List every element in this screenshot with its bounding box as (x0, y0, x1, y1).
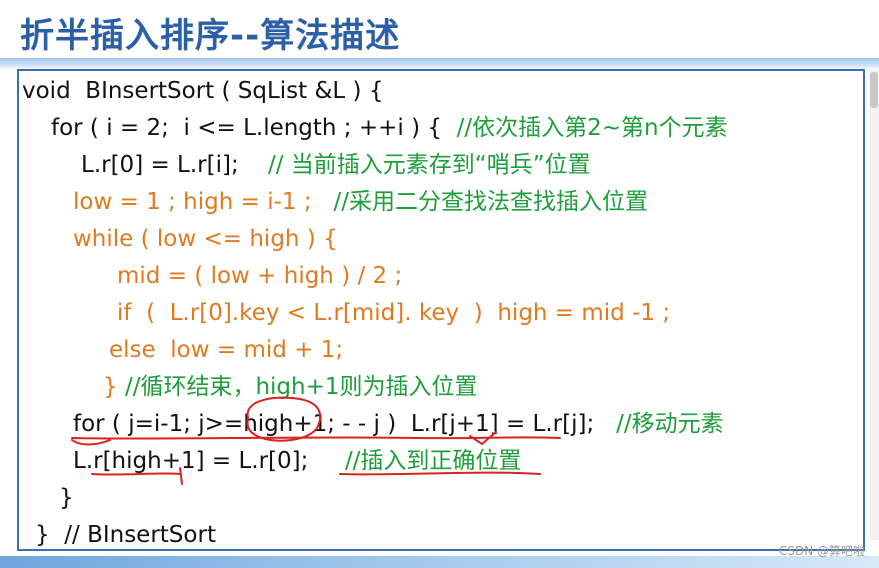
code-line-mid: mid = ( low + high ) / 2 ; (117, 263, 403, 289)
comment-insert: //插入到正确位置 (344, 448, 522, 474)
code-move-for: for ( j=i-1; j>=high+1; - - j ) L.r[j+1]… (73, 411, 617, 437)
comment-move-for: //移动元素 (616, 411, 724, 437)
code-line-while-end: } //循环结束，high+1则为插入位置 (103, 369, 478, 405)
code-line-if: if ( L.r[0].key < L.r[mid]. key ) high =… (117, 300, 671, 326)
code-line-else: else low = mid + 1; (109, 337, 344, 363)
code-line-insert: L.r[high+1] = L.r[0]; //插入到正确位置 (73, 443, 521, 479)
code-line-move-for: for ( j=i-1; j>=high+1; - - j ) L.r[j+1]… (73, 406, 724, 442)
code-sentinel: L.r[0] = L.r[i]; (81, 152, 268, 178)
code-outer-for: for ( i = 2; i <= L.length ; ++i ) { (51, 115, 457, 141)
comment-sentinel: // 当前插入元素存到“哨兵”位置 (267, 152, 591, 178)
slide-title: 折半插入排序--算法描述 (20, 16, 401, 56)
code-line-for-close-brace: } (59, 485, 74, 511)
comment-outer-for: //依次插入第2~第n个元素 (456, 115, 728, 141)
bottom-status-bar (0, 556, 879, 568)
code-line-while: while ( low <= high ) { (73, 226, 338, 252)
comment-while-end: //循环结束，high+1则为插入位置 (124, 374, 478, 400)
vertical-scrollbar[interactable] (869, 70, 879, 540)
code-line-outer-for: for ( i = 2; i <= L.length ; ++i ) { //依… (51, 110, 728, 146)
csdn-watermark: CSDN @算吧啦 (778, 544, 865, 558)
comment-low-high-init: //采用二分查找法查找插入位置 (333, 189, 649, 215)
code-low-high-init: low = 1 ; high = i-1 ; (73, 189, 334, 215)
code-line-sentinel: L.r[0] = L.r[i]; // 当前插入元素存到“哨兵”位置 (81, 147, 591, 183)
code-line-low-high-init: low = 1 ; high = i-1 ; //采用二分查找法查找插入位置 (73, 184, 648, 220)
code-panel: void BInsertSort ( SqList &L ) { for ( i… (17, 69, 865, 551)
code-line-function-signature: void BInsertSort ( SqList &L ) { (22, 78, 384, 104)
code-insert: L.r[high+1] = L.r[0]; (73, 448, 345, 474)
scrollbar-thumb[interactable] (870, 72, 878, 108)
code-line-function-end: } // BInsertSort (35, 522, 216, 548)
code-while-close-brace: } (103, 374, 125, 400)
